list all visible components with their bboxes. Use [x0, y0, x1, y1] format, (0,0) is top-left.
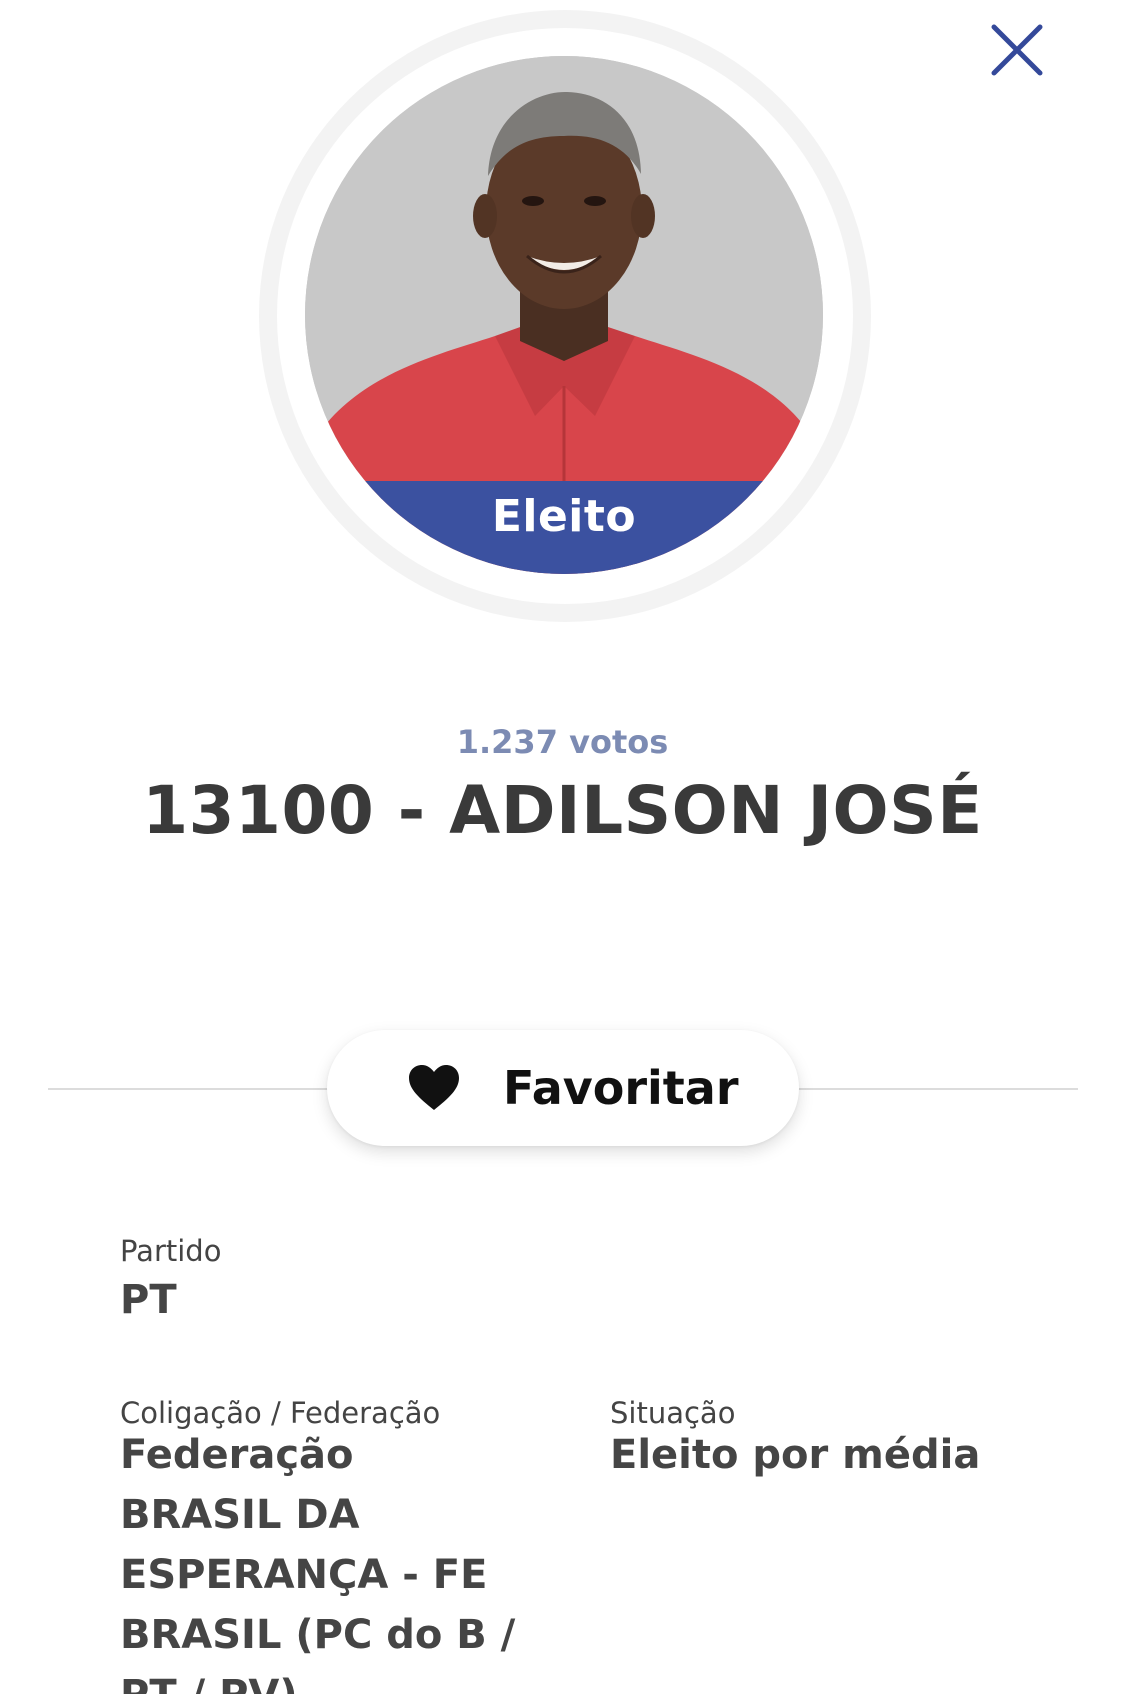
favorite-label: Favoritar	[503, 1061, 739, 1115]
status-badge-label: Eleito	[491, 491, 637, 542]
party-value: PT	[120, 1277, 177, 1323]
avatar: Eleito	[305, 56, 823, 574]
favorite-button[interactable]: Favoritar	[327, 1030, 799, 1146]
party-label: Partido	[120, 1234, 222, 1268]
vote-count: 1.237 votos	[456, 723, 669, 761]
coalition-value: Federação BRASIL DA ESPERANÇA - FE BRASI…	[120, 1432, 516, 1694]
situation-value: Eleito por média	[610, 1432, 981, 1478]
close-button[interactable]	[985, 18, 1049, 82]
candidate-name: 13100 - ADILSON JOSÉ	[142, 772, 983, 849]
close-icon	[991, 24, 1043, 76]
heart-icon	[409, 1065, 459, 1110]
status-badge: Eleito	[305, 481, 823, 574]
